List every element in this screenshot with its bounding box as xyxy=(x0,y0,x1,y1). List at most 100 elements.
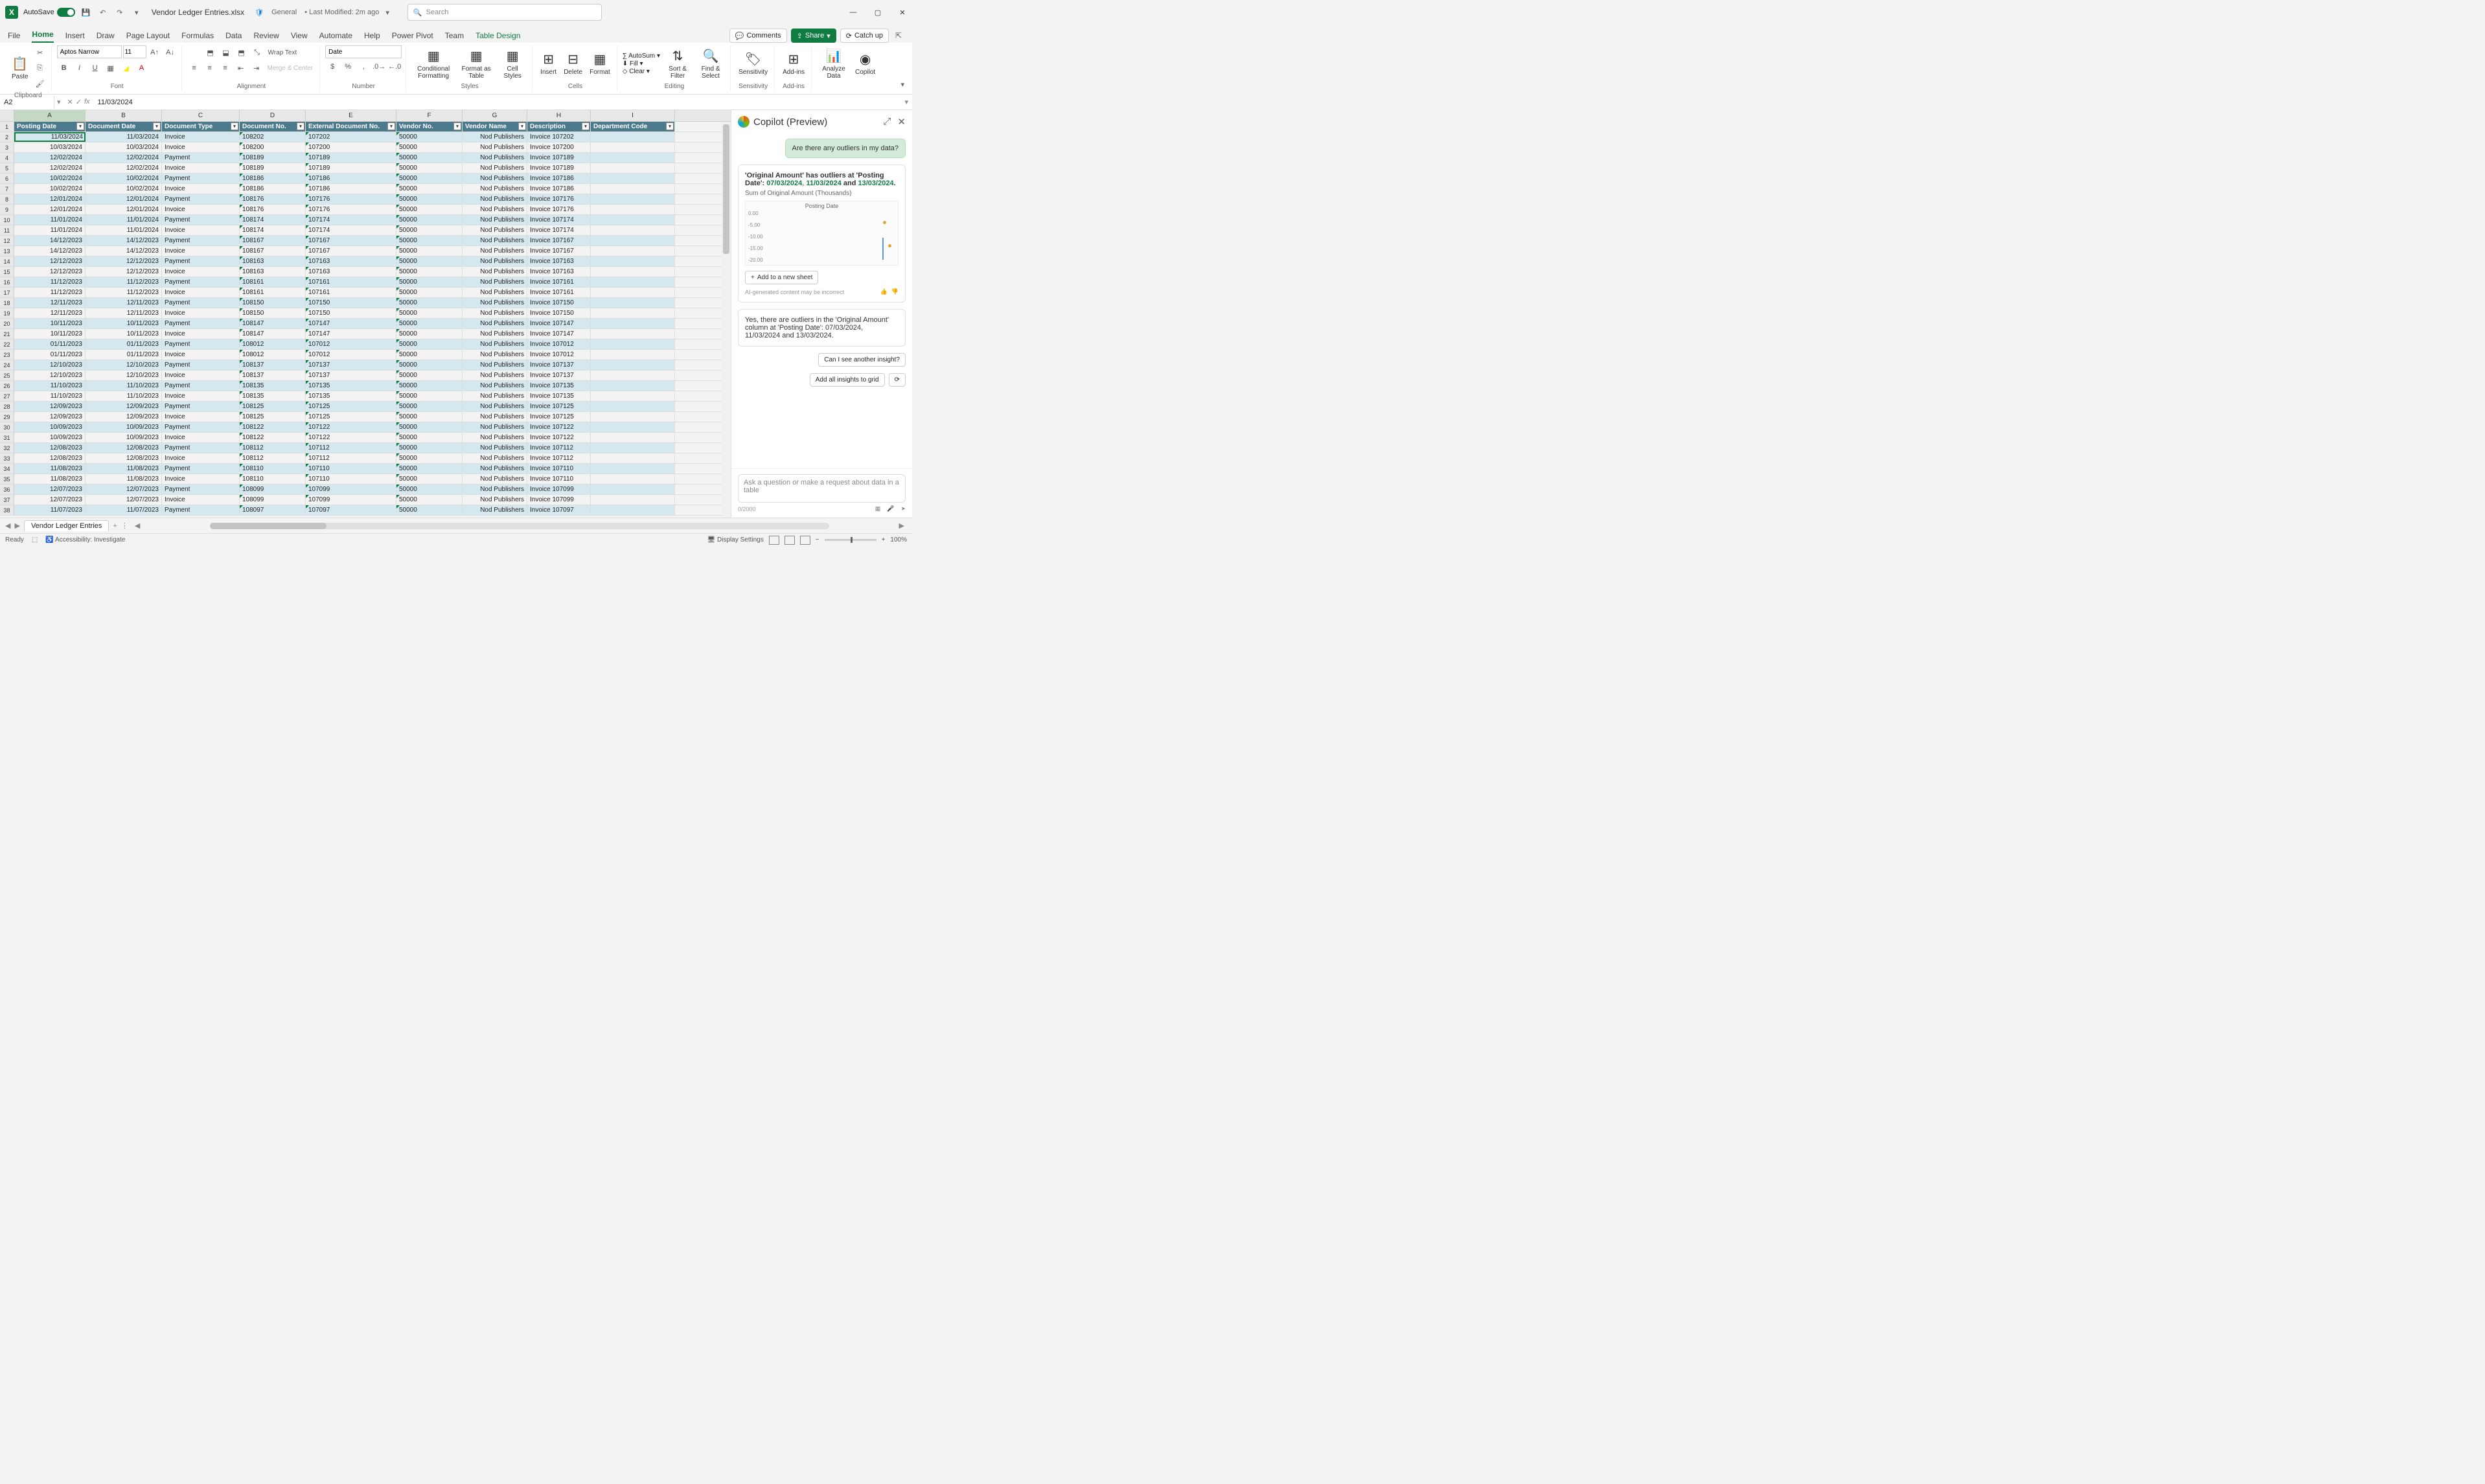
cell-department[interactable] xyxy=(591,371,675,380)
tab-page-layout[interactable]: Page Layout xyxy=(126,31,170,43)
save-icon[interactable]: 💾 xyxy=(80,6,92,18)
cell-vendor-name[interactable]: Nod Publishers xyxy=(463,184,527,194)
cell-document-date[interactable]: 11/12/2023 xyxy=(86,277,162,287)
cell-posting-date[interactable]: 12/11/2023 xyxy=(14,298,86,308)
cell-document-no[interactable]: 108161 xyxy=(240,288,306,297)
cell-external-doc-no[interactable]: 107110 xyxy=(306,464,396,474)
analyze-data-button[interactable]: 📊Analyze Data xyxy=(817,47,851,81)
share-button[interactable]: ⇪Share▾ xyxy=(791,29,836,43)
cell-document-date[interactable]: 12/10/2023 xyxy=(86,360,162,370)
cell-description[interactable]: Invoice 107135 xyxy=(527,391,591,401)
cell-vendor-no[interactable]: 50000 xyxy=(396,443,463,453)
clear-button[interactable]: ◇ Clear ▾ xyxy=(623,68,660,75)
cell-document-type[interactable]: Invoice xyxy=(162,329,240,339)
cell-department[interactable] xyxy=(591,215,675,225)
last-modified[interactable]: • Last Modified: 2m ago xyxy=(304,8,379,16)
cell-document-date[interactable]: 12/01/2024 xyxy=(86,205,162,214)
cell-document-no[interactable]: 108122 xyxy=(240,433,306,442)
undo-icon[interactable]: ↶ xyxy=(97,6,109,18)
tab-view[interactable]: View xyxy=(291,31,308,43)
cell-vendor-name[interactable]: Nod Publishers xyxy=(463,153,527,163)
cell-vendor-name[interactable]: Nod Publishers xyxy=(463,236,527,245)
cell-external-doc-no[interactable]: 107012 xyxy=(306,350,396,360)
cell-document-no[interactable]: 108137 xyxy=(240,360,306,370)
cell-document-type[interactable]: Invoice xyxy=(162,225,240,235)
tab-file[interactable]: File xyxy=(8,31,20,43)
cell-vendor-name[interactable]: Nod Publishers xyxy=(463,194,527,204)
cell-document-no[interactable]: 108202 xyxy=(240,132,306,142)
cell-document-date[interactable]: 12/02/2024 xyxy=(86,163,162,173)
cell-posting-date[interactable]: 01/11/2023 xyxy=(14,350,86,360)
cell-document-no[interactable]: 108176 xyxy=(240,194,306,204)
cell-vendor-name[interactable]: Nod Publishers xyxy=(463,174,527,183)
sheet-tab-active[interactable]: Vendor Ledger Entries xyxy=(24,520,109,531)
cell-posting-date[interactable]: 10/02/2024 xyxy=(14,174,86,183)
cell-description[interactable]: Invoice 107150 xyxy=(527,308,591,318)
cell-document-type[interactable]: Invoice xyxy=(162,412,240,422)
cell-description[interactable]: Invoice 107167 xyxy=(527,236,591,245)
cell-department[interactable] xyxy=(591,143,675,152)
cell-vendor-no[interactable]: 50000 xyxy=(396,308,463,318)
increase-decimal-icon[interactable]: .0→ xyxy=(372,60,386,74)
cell-posting-date[interactable]: 12/01/2024 xyxy=(14,194,86,204)
comments-button[interactable]: 💬Comments xyxy=(729,29,787,43)
row-header[interactable]: 27 xyxy=(0,391,14,401)
row-header[interactable]: 33 xyxy=(0,453,14,463)
col-header-B[interactable]: B xyxy=(86,110,162,121)
font-name-input[interactable] xyxy=(57,45,122,58)
increase-indent-icon[interactable]: ⇥ xyxy=(249,61,264,75)
cell-description[interactable]: Invoice 107202 xyxy=(527,132,591,142)
cell-posting-date[interactable]: 11/08/2023 xyxy=(14,474,86,484)
sensitivity-button[interactable]: 🏷Sensitivity xyxy=(736,50,770,77)
cell-document-no[interactable]: 108189 xyxy=(240,163,306,173)
row-header[interactable]: 18 xyxy=(0,298,14,308)
row-header[interactable]: 5 xyxy=(0,163,14,173)
cell-document-type[interactable]: Invoice xyxy=(162,205,240,214)
cell-document-no[interactable]: 108186 xyxy=(240,184,306,194)
qat-customize-icon[interactable]: ▾ xyxy=(131,6,143,18)
tab-insert[interactable]: Insert xyxy=(65,31,85,43)
cell-vendor-no[interactable]: 50000 xyxy=(396,371,463,380)
cell-vendor-no[interactable]: 50000 xyxy=(396,288,463,297)
decrease-decimal-icon[interactable]: ←.0 xyxy=(387,60,402,74)
cell-department[interactable] xyxy=(591,277,675,287)
row-header[interactable]: 35 xyxy=(0,474,14,484)
row-header[interactable]: 11 xyxy=(0,225,14,235)
table-header-cell[interactable]: Department Code▾ xyxy=(591,122,675,131)
cell-vendor-no[interactable]: 50000 xyxy=(396,298,463,308)
formula-input[interactable]: 11/03/2024 xyxy=(94,98,901,106)
italic-icon[interactable]: I xyxy=(73,61,87,75)
cell-document-no[interactable]: 108112 xyxy=(240,443,306,453)
tab-table-design[interactable]: Table Design xyxy=(475,31,520,43)
cell-department[interactable] xyxy=(591,267,675,277)
cell-department[interactable] xyxy=(591,339,675,349)
name-box-dropdown-icon[interactable]: ▾ xyxy=(54,98,63,106)
cell-document-no[interactable]: 108099 xyxy=(240,485,306,494)
cell-description[interactable]: Invoice 107186 xyxy=(527,184,591,194)
catch-up-button[interactable]: ⟳Catch up xyxy=(840,29,889,43)
cell-vendor-no[interactable]: 50000 xyxy=(396,194,463,204)
cell-external-doc-no[interactable]: 107099 xyxy=(306,485,396,494)
cell-posting-date[interactable]: 10/09/2023 xyxy=(14,422,86,432)
font-size-input[interactable] xyxy=(123,45,146,58)
cell-posting-date[interactable]: 10/11/2023 xyxy=(14,319,86,328)
col-header-G[interactable]: G xyxy=(463,110,527,121)
cell-document-type[interactable]: Payment xyxy=(162,464,240,474)
cell-posting-date[interactable]: 12/09/2023 xyxy=(14,402,86,411)
cell-description[interactable]: Invoice 107174 xyxy=(527,215,591,225)
copilot-expand-icon[interactable]: ⤢ xyxy=(883,116,891,128)
cell-document-no[interactable]: 108125 xyxy=(240,412,306,422)
cell-vendor-name[interactable]: Nod Publishers xyxy=(463,215,527,225)
cell-department[interactable] xyxy=(591,319,675,328)
cell-document-type[interactable]: Payment xyxy=(162,257,240,266)
cell-department[interactable] xyxy=(591,298,675,308)
cell-document-date[interactable]: 11/08/2023 xyxy=(86,464,162,474)
cell-document-date[interactable]: 12/01/2024 xyxy=(86,194,162,204)
copilot-input[interactable]: Ask a question or make a request about d… xyxy=(738,474,906,503)
cell-document-type[interactable]: Invoice xyxy=(162,267,240,277)
cell-vendor-name[interactable]: Nod Publishers xyxy=(463,319,527,328)
cell-external-doc-no[interactable]: 107174 xyxy=(306,225,396,235)
cell-description[interactable]: Invoice 107147 xyxy=(527,329,591,339)
table-header-cell[interactable]: Description▾ xyxy=(527,122,591,131)
cell-posting-date[interactable]: 11/01/2024 xyxy=(14,225,86,235)
